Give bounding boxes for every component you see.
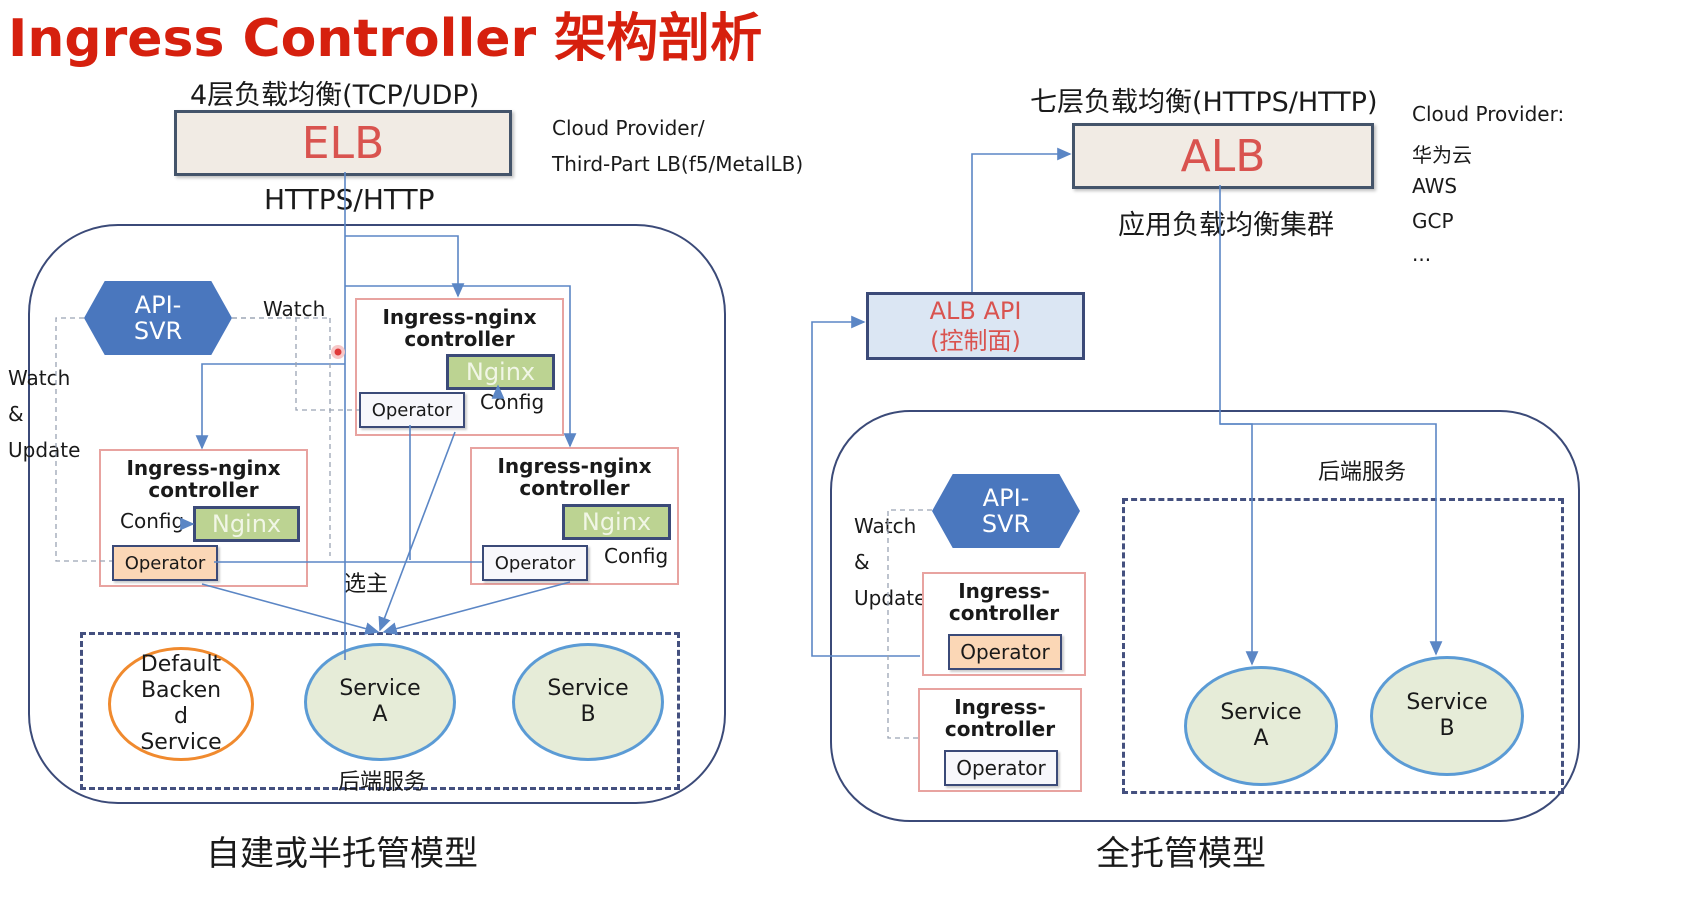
connector-lines	[55, 147, 1443, 739]
